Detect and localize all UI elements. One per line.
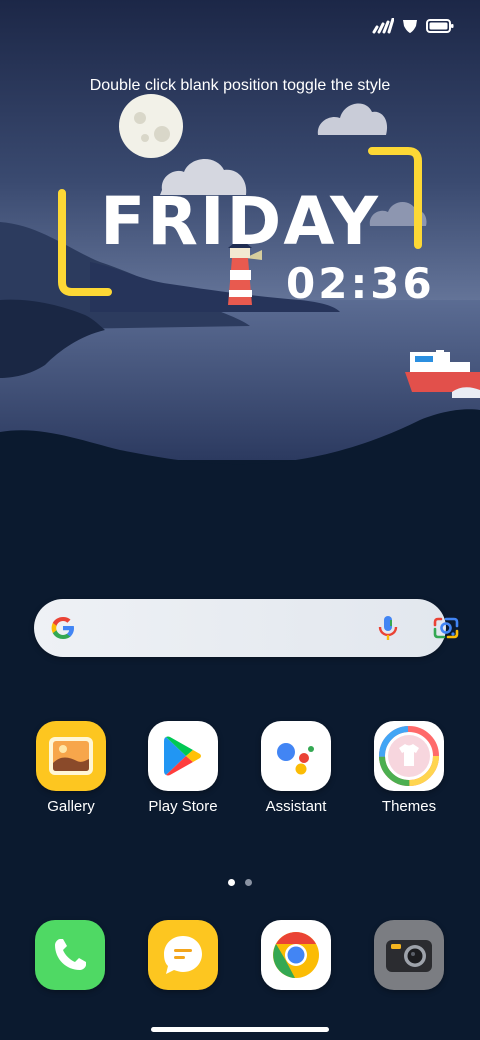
google-search-bar[interactable] xyxy=(34,599,459,657)
app-themes[interactable]: Themes xyxy=(354,721,464,815)
app-label: Assistant xyxy=(265,798,327,815)
app-label: Play Store xyxy=(148,798,218,815)
clock-style-hint: Double click blank position toggle the s… xyxy=(89,77,391,94)
camera-icon xyxy=(386,940,432,972)
page-dot[interactable] xyxy=(245,879,252,886)
themes-icon xyxy=(374,721,444,791)
signal-icon xyxy=(372,18,394,34)
messages-icon xyxy=(164,936,202,974)
play-store-icon xyxy=(148,721,218,791)
gesture-home-bar[interactable] xyxy=(151,1027,329,1032)
gallery-icon xyxy=(36,721,106,791)
app-assistant[interactable]: Assistant xyxy=(241,721,351,815)
wifi-icon xyxy=(403,20,417,33)
status-bar xyxy=(372,18,454,34)
weekday-label[interactable]: FRIDAY xyxy=(95,182,385,262)
app-label: Gallery xyxy=(47,798,95,815)
dock-messages[interactable] xyxy=(148,920,218,990)
assistant-icon xyxy=(261,721,331,791)
dock-chrome[interactable] xyxy=(261,920,331,990)
clock-time[interactable]: 02:36 xyxy=(286,260,435,308)
home-screen: Double click blank position toggle the s… xyxy=(0,0,480,1040)
app-label: Themes xyxy=(381,798,437,815)
microphone-icon[interactable] xyxy=(377,614,399,642)
google-lens-icon[interactable] xyxy=(432,615,460,641)
chrome-icon xyxy=(273,932,319,978)
app-play-store[interactable]: Play Store xyxy=(128,721,238,815)
page-indicator[interactable] xyxy=(228,879,252,886)
dock-camera[interactable] xyxy=(374,920,444,990)
google-g-icon xyxy=(51,617,74,639)
battery-icon xyxy=(426,19,454,33)
app-gallery[interactable]: Gallery xyxy=(16,721,126,815)
page-dot[interactable] xyxy=(228,879,235,886)
phone-icon xyxy=(55,939,86,970)
dock-phone[interactable] xyxy=(35,920,105,990)
